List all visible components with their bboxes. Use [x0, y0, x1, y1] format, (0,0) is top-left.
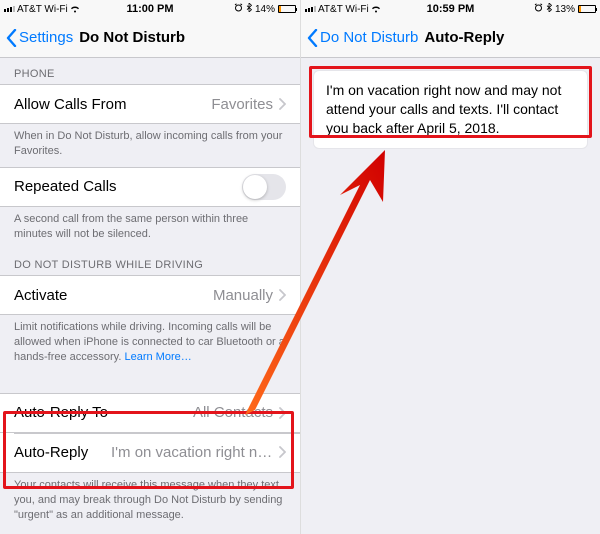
- section-header-driving: DO NOT DISTURB WHILE DRIVING: [0, 249, 300, 275]
- row-label: Auto-Reply To: [14, 404, 108, 421]
- back-label: Do Not Disturb: [320, 29, 418, 46]
- back-label: Settings: [19, 29, 73, 46]
- row-value: Favorites: [203, 96, 273, 113]
- row-allow-calls-from[interactable]: Allow Calls From Favorites: [0, 84, 300, 124]
- row-auto-reply-to[interactable]: Auto-Reply To All Contacts: [0, 393, 300, 433]
- footer-activate: Limit notifications while driving. Incom…: [0, 315, 300, 373]
- chevron-right-icon: [279, 289, 286, 301]
- back-button[interactable]: Do Not Disturb: [307, 29, 418, 47]
- screen-auto-reply: AT&T Wi-Fi 10:59 PM 13% Do Not Disturb A…: [300, 0, 600, 534]
- row-activate[interactable]: Activate Manually: [0, 275, 300, 315]
- page-title: Do Not Disturb: [79, 29, 185, 46]
- row-value: All Contacts: [185, 404, 273, 421]
- clock-time: 10:59 PM: [301, 3, 600, 15]
- battery-icon: [578, 5, 596, 13]
- chevron-right-icon: [279, 98, 286, 110]
- screen-do-not-disturb: AT&T Wi-Fi 11:00 PM 14% Settings Do Not …: [0, 0, 300, 534]
- row-label: Activate: [14, 287, 67, 304]
- auto-reply-message[interactable]: I'm on vacation right now and may not at…: [313, 70, 588, 149]
- footer-allow-calls: When in Do Not Disturb, allow incoming c…: [0, 124, 300, 167]
- chevron-right-icon: [279, 407, 286, 419]
- row-repeated-calls[interactable]: Repeated Calls: [0, 167, 300, 207]
- row-label: Allow Calls From: [14, 96, 127, 113]
- row-label: Auto-Reply: [14, 444, 88, 461]
- row-value: Manually: [205, 287, 273, 304]
- row-label: Repeated Calls: [14, 178, 117, 195]
- section-header-phone: PHONE: [0, 58, 300, 84]
- battery-icon: [278, 5, 296, 13]
- back-button[interactable]: Settings: [6, 29, 73, 47]
- nav-bar: Settings Do Not Disturb: [0, 18, 300, 58]
- toggle-repeated-calls[interactable]: [242, 174, 286, 200]
- footer-autoreply: Your contacts will receive this message …: [0, 473, 300, 531]
- clock-time: 11:00 PM: [0, 3, 300, 15]
- chevron-right-icon: [279, 446, 286, 458]
- status-bar: AT&T Wi-Fi 10:59 PM 13%: [301, 0, 600, 18]
- status-bar: AT&T Wi-Fi 11:00 PM 14%: [0, 0, 300, 18]
- row-value: I'm on vacation right now an…: [103, 444, 273, 461]
- learn-more-link[interactable]: Learn More…: [124, 351, 191, 363]
- page-title: Auto-Reply: [424, 29, 504, 46]
- row-auto-reply[interactable]: Auto-Reply I'm on vacation right now an…: [0, 433, 300, 473]
- footer-repeated: A second call from the same person withi…: [0, 207, 300, 250]
- nav-bar: Do Not Disturb Auto-Reply: [301, 18, 600, 58]
